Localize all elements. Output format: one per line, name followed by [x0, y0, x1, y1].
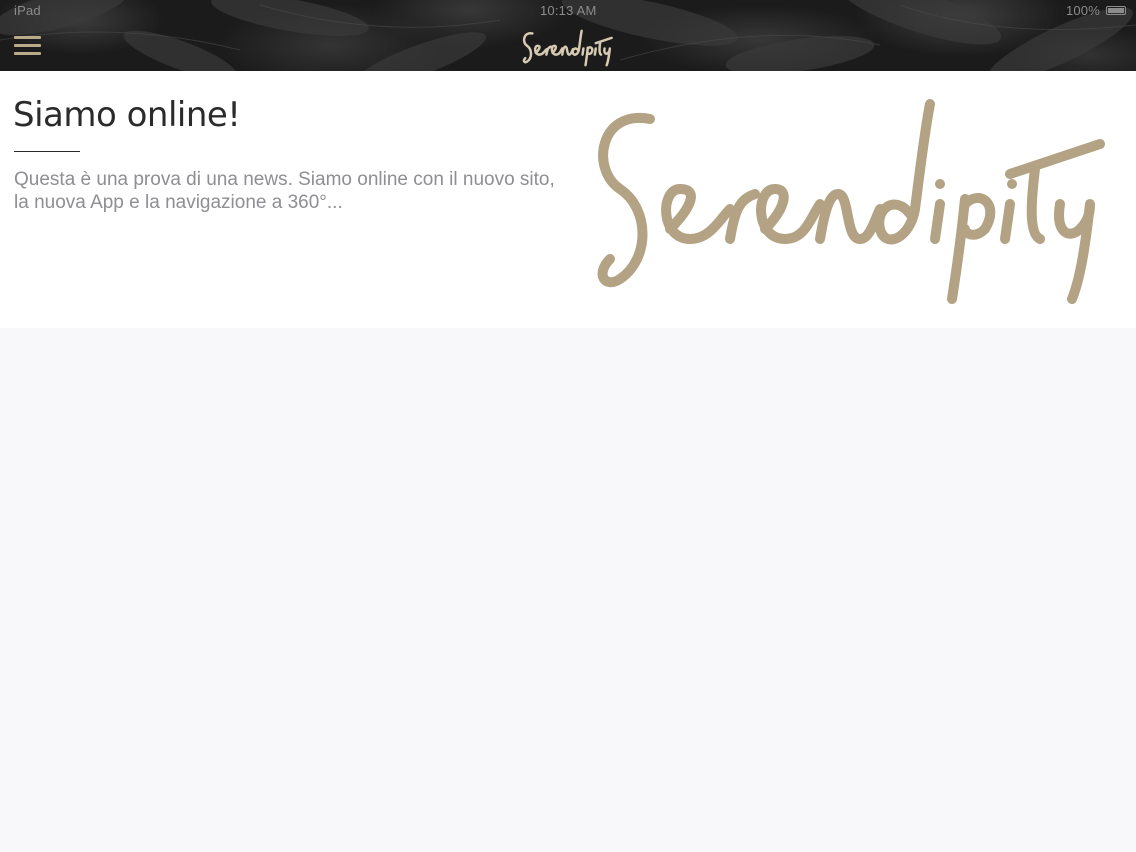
news-excerpt: Questa è una prova di una news. Siamo on… — [14, 169, 555, 213]
serendipity-logo-image — [597, 99, 1105, 304]
hamburger-menu-icon[interactable] — [14, 36, 41, 57]
empty-content-area — [0, 328, 1136, 852]
status-time: 10:13 AM — [540, 3, 597, 18]
battery-icon — [1106, 6, 1126, 15]
status-carrier: iPad — [14, 3, 41, 18]
status-battery-level: 100% — [1065, 3, 1100, 18]
title-divider — [14, 151, 80, 152]
news-item[interactable]: Siamo online! Questa è una prova di una … — [0, 71, 1136, 328]
top-navigation-bar: iPad 10:13 AM 100% — [0, 0, 1136, 71]
serendipity-logo-header[interactable] — [520, 28, 616, 68]
news-title: Siamo online! — [13, 95, 241, 135]
